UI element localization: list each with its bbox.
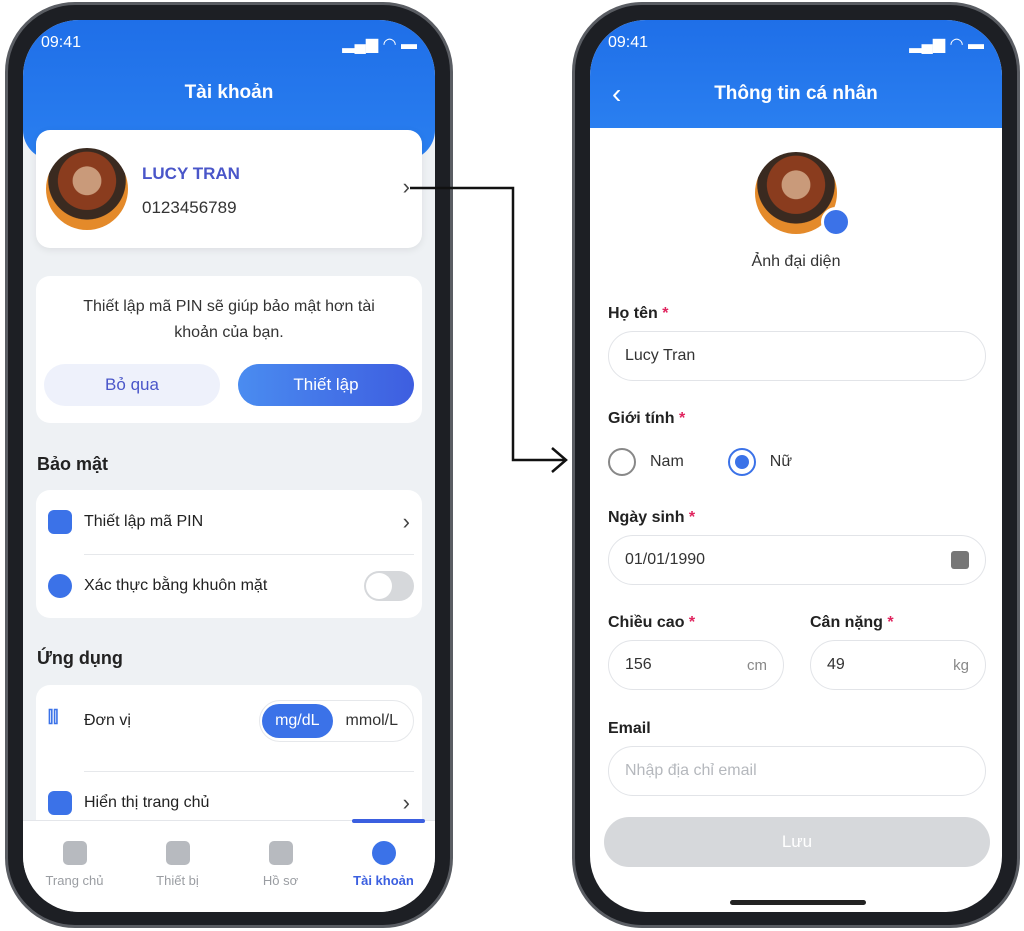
calendar-icon[interactable]: [951, 551, 969, 569]
save-label: Lưu: [781, 832, 813, 851]
height-input[interactable]: 156 cm: [608, 640, 784, 690]
dob-value: 01/01/1990: [625, 551, 706, 568]
height-label: Chiều cao *: [608, 614, 696, 631]
home-indicator: [730, 900, 866, 905]
radio-male-label: Nam: [650, 453, 684, 470]
gender-radio-group: Nam Nữ: [608, 448, 792, 476]
time: 09:41: [608, 34, 649, 51]
full-name-label: Họ tên *: [608, 305, 669, 322]
height-value: 156: [625, 656, 652, 673]
gender-label: Giới tính *: [608, 410, 686, 427]
profile-phone: 09:41 ▂▄▆ ◠ ▬ ‹ Thông tin cá nhân Ảnh đại…: [572, 2, 1020, 928]
camera-icon[interactable]: [821, 207, 851, 237]
weight-label: Cân nặng *: [810, 614, 894, 631]
radio-female[interactable]: [727, 448, 756, 476]
full-name-value: Lucy Tran: [625, 347, 696, 364]
radio-male[interactable]: [608, 448, 636, 476]
weight-input[interactable]: 49 kg: [810, 640, 986, 690]
email-placeholder: Nhập địa chỉ email: [625, 762, 757, 779]
full-name-input[interactable]: Lucy Tran: [608, 331, 986, 381]
page-title: Thông tin cá nhân: [714, 83, 878, 104]
height-unit: cm: [747, 656, 767, 674]
dob-label: Ngày sinh *: [608, 509, 696, 526]
weight-value: 49: [827, 656, 845, 673]
email-label: Email: [608, 720, 651, 737]
status-bar: 09:41 ▂▄▆ ◠ ▬: [608, 34, 984, 54]
radio-female-label: Nữ: [769, 453, 793, 470]
signal-wifi-battery-icon: ▂▄▆ ◠ ▬: [909, 36, 984, 53]
weight-unit: kg: [953, 656, 969, 674]
profile-screen: 09:41 ▂▄▆ ◠ ▬ ‹ Thông tin cá nhân Ảnh đại…: [590, 20, 1002, 912]
save-button[interactable]: Lưu: [604, 817, 990, 867]
dob-input[interactable]: 01/01/1990: [608, 535, 986, 585]
avatar-label: Ảnh đại diện: [751, 253, 841, 270]
email-input[interactable]: Nhập địa chỉ email: [608, 746, 986, 796]
